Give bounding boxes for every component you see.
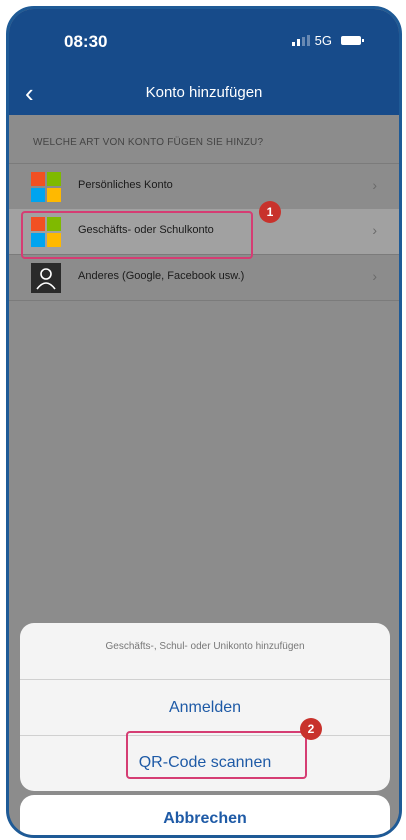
section-header: WELCHE ART VON KONTO FÜGEN SIE HINZU? <box>33 137 264 148</box>
navigation-bar: ‹ Konto hinzufügen <box>9 71 399 115</box>
page-title: Konto hinzufügen <box>145 84 263 101</box>
chevron-right-icon: › <box>372 268 377 284</box>
phone-frame: 08:30 5G ‹ Konto hinzufügen WELCHE ART V… <box>6 6 402 838</box>
status-bar: 08:30 5G <box>9 9 399 71</box>
chevron-right-icon: › <box>372 177 377 193</box>
highlight-box-work-account <box>21 211 253 259</box>
step-badge-2: 2 <box>300 718 322 740</box>
step-badge-1: 1 <box>259 201 281 223</box>
signal-icon <box>291 35 310 46</box>
microsoft-logo-icon <box>31 172 61 202</box>
row-label: Persönliches Konto <box>78 179 173 191</box>
person-icon <box>31 263 61 293</box>
row-label: Anderes (Google, Facebook usw.) <box>78 270 245 282</box>
sign-in-button[interactable]: Anmelden <box>20 679 390 735</box>
battery-icon <box>341 36 364 45</box>
action-sheet-title: Geschäfts-, Schul- oder Unikonto hinzufü… <box>105 641 305 652</box>
status-indicators: 5G <box>291 33 364 48</box>
chevron-right-icon: › <box>372 222 377 238</box>
highlight-box-qr-code <box>126 731 307 779</box>
cancel-button[interactable]: Abbrechen <box>20 795 390 835</box>
status-time: 08:30 <box>64 32 108 51</box>
row-personal-account[interactable]: Persönliches Konto › <box>9 163 399 210</box>
network-label: 5G <box>314 33 332 48</box>
row-other-account[interactable]: Anderes (Google, Facebook usw.) › <box>9 255 399 301</box>
